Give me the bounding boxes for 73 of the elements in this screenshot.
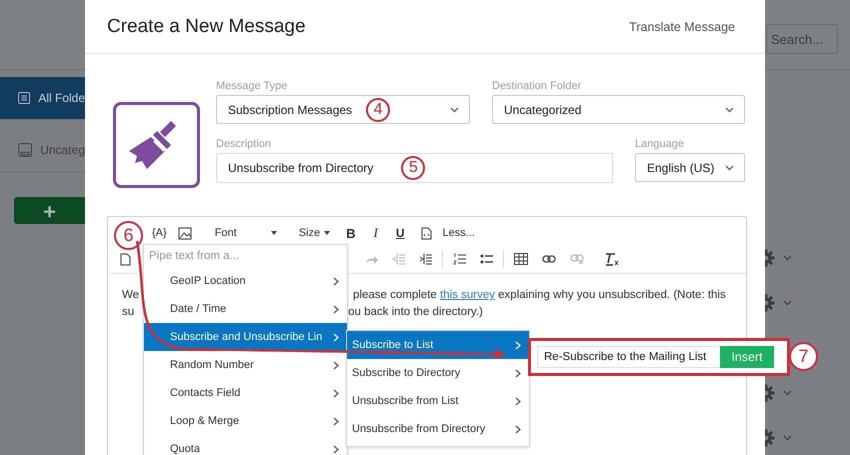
body-text: We [122,288,140,303]
body-text: ou back into the directory.) [348,305,483,320]
step-badge: 6 [114,221,143,250]
field-label: Language [635,138,685,152]
menu-item[interactable]: Unsubscribe from List [347,387,529,415]
less-button[interactable]: Less... [438,227,479,239]
bold-button[interactable]: B [342,226,360,240]
underline-button[interactable]: U [392,226,409,240]
caret-icon [270,231,277,235]
dialog-title: Create a New Message [107,16,306,38]
chevron-down-icon[interactable] [783,254,792,260]
chevron-right-icon [515,424,521,434]
chevron-right-icon [333,388,339,398]
size-dropdown[interactable]: Size [294,227,334,239]
chevron-down-icon [725,164,734,170]
menu-item[interactable]: Unsubscribe from Directory [347,415,529,443]
menu-item[interactable]: Random Number [144,351,347,379]
message-type-dropdown[interactable]: Subscription Messages 4 [216,95,470,124]
field-label: Description [216,138,272,152]
menu-item[interactable]: Date / Time [144,295,347,323]
chevron-down-icon[interactable] [783,434,792,440]
body-text: please complete this survey explaining why you unsubscribed. (Note: this [353,288,726,303]
menu-item[interactable]: Quota [144,435,347,455]
image-icon[interactable] [178,226,192,240]
chevron-down-icon [725,106,734,112]
chevron-right-icon [333,416,339,426]
add-button[interactable]: + [14,197,85,224]
menu-item[interactable]: Subscribe to Directory [347,359,529,387]
search-field[interactable]: Search... [766,24,838,54]
menu-item[interactable]: Loop & Merge [144,407,347,435]
step-badge: 7 [789,342,818,371]
document-icon[interactable] [120,252,131,266]
tray-icon [18,141,32,159]
chevron-right-icon [515,368,521,378]
step-badge: 4 [366,98,390,122]
bullet-list-icon[interactable] [480,253,493,265]
indent-icon[interactable] [419,253,432,265]
field-label: Message Type [216,80,288,94]
field-label: Destination Folder [492,80,582,94]
chevron-right-icon [333,444,339,454]
table-icon[interactable] [514,253,528,265]
description-field[interactable]: Unsubscribe from Directory 5 [216,153,613,183]
chevron-down-icon[interactable] [783,390,792,396]
chevron-right-icon [515,396,521,406]
italic-button[interactable]: I [370,225,382,241]
font-dropdown[interactable]: Font [210,227,281,239]
link-icon[interactable] [542,255,556,263]
source-code-icon[interactable] [420,226,432,240]
list-icon [18,89,30,107]
chevron-right-icon [333,304,339,314]
piped-text-button[interactable]: {A} [148,227,171,239]
chevron-down-icon [450,106,459,112]
sidebar-item[interactable]: All Folde [0,77,85,120]
folder-dropdown[interactable]: Uncategorized [492,95,745,124]
numbered-list-icon[interactable] [453,253,466,265]
chevron-right-icon [515,340,521,350]
clear-formatting-icon[interactable] [605,252,619,266]
caret-icon [324,231,330,235]
survey-link[interactable]: this survey [440,289,495,301]
translate-link[interactable]: Translate Message [629,20,735,34]
chevron-right-icon [333,360,339,370]
link-text-field[interactable]: Re-Subscribe to the Mailing List [537,346,720,368]
body-text: su [122,305,134,320]
menu-item[interactable]: Subscribe to List [347,331,529,359]
menu-item[interactable]: Contacts Field [144,379,347,407]
language-dropdown[interactable]: English (US) [635,153,745,182]
menu-item[interactable]: GeoIP Location [144,267,347,295]
menu-item[interactable]: Subscribe and Unsubscribe Lin [144,323,347,351]
menu-header: Pipe text from a... [148,249,240,264]
chevron-right-icon [333,276,339,286]
chevron-right-icon [333,332,339,342]
step-badge: 5 [401,156,426,180]
chevron-down-icon[interactable] [783,300,792,306]
